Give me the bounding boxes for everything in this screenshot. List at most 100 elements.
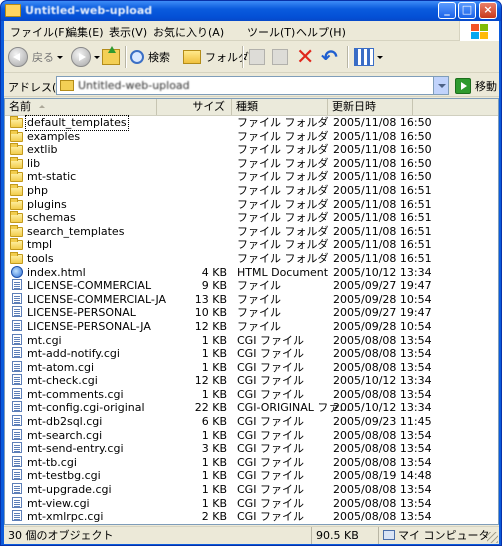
file-row[interactable]: mt-upgrade.cgi 1 KB CGI ファイル 2005/08/08 13:… [5,483,498,497]
up-folder-button[interactable] [102,45,120,69]
folder-up-icon [102,46,120,65]
menu-edit[interactable]: 編集(E) [66,24,104,40]
file-date: 2005/11/08 16:51 [333,224,432,238]
views-button[interactable] [354,45,383,69]
go-button[interactable]: 移動 [455,77,497,95]
file-row[interactable]: LICENSE-PERSONAL-JA 12 KB ファイル 2005/09/28 1… [5,319,498,334]
folder-icon [10,170,23,183]
file-row[interactable]: mt.cgi 1 KB CGI ファイル 2005/08/08 13:54 [5,333,498,348]
file-size: 1 KB [201,387,227,401]
folder-icon [183,50,201,64]
move-to-button[interactable] [249,45,265,69]
file-date: 2005/08/08 13:54 [333,455,432,469]
address-input[interactable]: Untitled-web-upload [56,76,449,95]
file-name: mt-send-entry.cgi [27,442,124,456]
close-button[interactable]: × [479,2,497,19]
file-date: 2005/09/23 11:45 [333,415,432,429]
file-row[interactable]: plugins ファイル フォルダ 2005/11/08 16:51 [5,197,498,212]
back-arrow-icon [8,47,28,67]
file-list[interactable]: 名前 サイズ 種類 更新日時 default_templates ファイル フォル… [4,98,499,525]
address-value: Untitled-web-upload [78,79,190,92]
file-name: mt-check.cgi [27,374,98,388]
menu-view[interactable]: 表示(V) [109,24,147,40]
file-row[interactable]: mt-db2sql.cgi 6 KB CGI ファイル 2005/09/23 11:4… [5,415,498,429]
file-row[interactable]: mt-config.cgi-original 22 KB CGI-ORIGINAL … [5,401,498,415]
column-header-size[interactable]: サイズ [157,99,232,115]
go-label: 移動 [475,80,497,93]
menu-tools[interactable]: ツール(T) [247,24,295,40]
file-row[interactable]: mt-view.cgi 1 KB CGI ファイル 2005/08/08 13:54 [5,496,498,511]
menu-favorites[interactable]: お気に入り(A) [153,24,224,40]
file-row[interactable]: extlib ファイル フォルダ 2005/11/08 16:50 [5,143,498,157]
file-size: 1 KB [201,496,227,510]
folder-icon [10,129,23,142]
file-row[interactable]: mt-xmlrpc.cgi 2 KB CGI ファイル 2005/08/08 13:5… [5,510,498,524]
file-row[interactable]: mt-atom.cgi 1 KB CGI ファイル 2005/08/08 13:54 [5,360,498,375]
minimize-button[interactable]: _ [438,2,456,19]
file-row[interactable]: mt-check.cgi 12 KB CGI ファイル 2005/10/12 13:3… [5,374,498,388]
search-icon [130,50,144,64]
file-row[interactable]: examples ファイル フォルダ 2005/11/08 16:50 [5,129,498,144]
chevron-down-icon [94,55,100,59]
column-header-type[interactable]: 種類 [232,99,328,115]
file-row[interactable]: LICENSE-COMMERCIAL-JA 13 KB ファイル 2005/09/28… [5,292,498,307]
chevron-down-icon [57,55,63,59]
file-size: 12 KB [194,319,227,333]
file-row[interactable]: default_templates ファイル フォルダ 2005/11/08 16:… [5,115,498,131]
file-row[interactable]: schemas ファイル フォルダ 2005/11/08 16:51 [5,211,498,225]
toolbar-separator [242,46,243,68]
column-header-date[interactable]: 更新日時 [328,99,413,115]
file-size: 10 KB [194,306,227,320]
forward-button[interactable] [71,45,100,69]
file-row[interactable]: search_templates ファイル フォルダ 2005/11/08 16:5… [5,224,498,239]
list-header: 名前 サイズ 種類 更新日時 [5,99,498,116]
file-row[interactable]: LICENSE-PERSONAL 10 KB ファイル 2005/09/27 19:4… [5,306,498,320]
file-icon [12,483,22,495]
file-type: CGI ファイル [237,333,304,347]
column-header-name[interactable]: 名前 [5,99,157,115]
file-row[interactable]: mt-search.cgi 1 KB CGI ファイル 2005/08/08 13:5… [5,428,498,443]
menu-help[interactable]: ヘルプ(H) [296,24,346,40]
file-row[interactable]: mt-static ファイル フォルダ 2005/11/08 16:50 [5,170,498,184]
file-name: mt-config.cgi-original [27,401,145,415]
delete-button[interactable]: ✕ [296,45,314,70]
file-row[interactable]: index.html 4 KB HTML Document 2005/10/12 13… [5,265,498,280]
file-icon [12,415,22,427]
toolbar: 戻る 検索 フォルダ ✕ ↶ [4,41,499,73]
folders-button[interactable]: フォルダ [183,45,249,69]
file-icon [12,374,22,386]
undo-button[interactable]: ↶ [321,45,338,69]
file-row[interactable]: tmpl ファイル フォルダ 2005/11/08 16:51 [5,238,498,252]
file-icon [12,428,22,440]
title-bar[interactable]: Untitled-web-upload _ □ × [1,1,501,21]
folder-icon [60,80,74,91]
menu-file[interactable]: ファイル(F) [10,24,69,40]
status-bar: 30 個のオブジェクト 90.5 KB マイ コンピュータ [4,526,499,544]
file-date: 2005/11/08 16:50 [333,170,432,184]
resize-grip[interactable] [487,532,498,543]
file-row[interactable]: mt-testbg.cgi 1 KB CGI ファイル 2005/08/19 14:4… [5,469,498,483]
file-size: 6 KB [201,415,227,429]
file-name: schemas [27,211,76,225]
file-name: mt-upgrade.cgi [27,483,112,497]
file-name: LICENSE-COMMERCIAL-JA [27,292,167,306]
file-row[interactable]: lib ファイル フォルダ 2005/11/08 16:50 [5,156,498,171]
back-button[interactable]: 戻る [8,45,63,69]
file-row[interactable]: mt-tb.cgi 1 KB CGI ファイル 2005/08/08 13:54 [5,455,498,470]
address-dropdown-button[interactable] [433,77,448,94]
file-row[interactable]: mt-add-notify.cgi 1 KB CGI ファイル 2005/08/08 … [5,347,498,361]
file-type: CGI ファイル [237,428,304,442]
file-size: 1 KB [201,483,227,497]
file-row[interactable]: mt-send-entry.cgi 3 KB CGI ファイル 2005/08/08 … [5,442,498,456]
file-row[interactable]: LICENSE-COMMERCIAL 9 KB ファイル 2005/09/27 19:… [5,279,498,293]
file-row[interactable]: php ファイル フォルダ 2005/11/08 16:51 [5,183,498,198]
copy-to-button[interactable] [272,45,288,69]
search-button[interactable]: 検索 [130,45,170,69]
file-date: 2005/08/08 13:54 [333,387,432,401]
file-name: mt-tb.cgi [27,455,77,469]
toolbar-separator [125,46,126,68]
maximize-button[interactable]: □ [458,2,476,19]
file-row[interactable]: mt-comments.cgi 1 KB CGI ファイル 2005/08/08 13… [5,387,498,402]
file-name: LICENSE-PERSONAL-JA [27,319,151,333]
file-row[interactable]: tools ファイル フォルダ 2005/11/08 16:51 [5,251,498,266]
